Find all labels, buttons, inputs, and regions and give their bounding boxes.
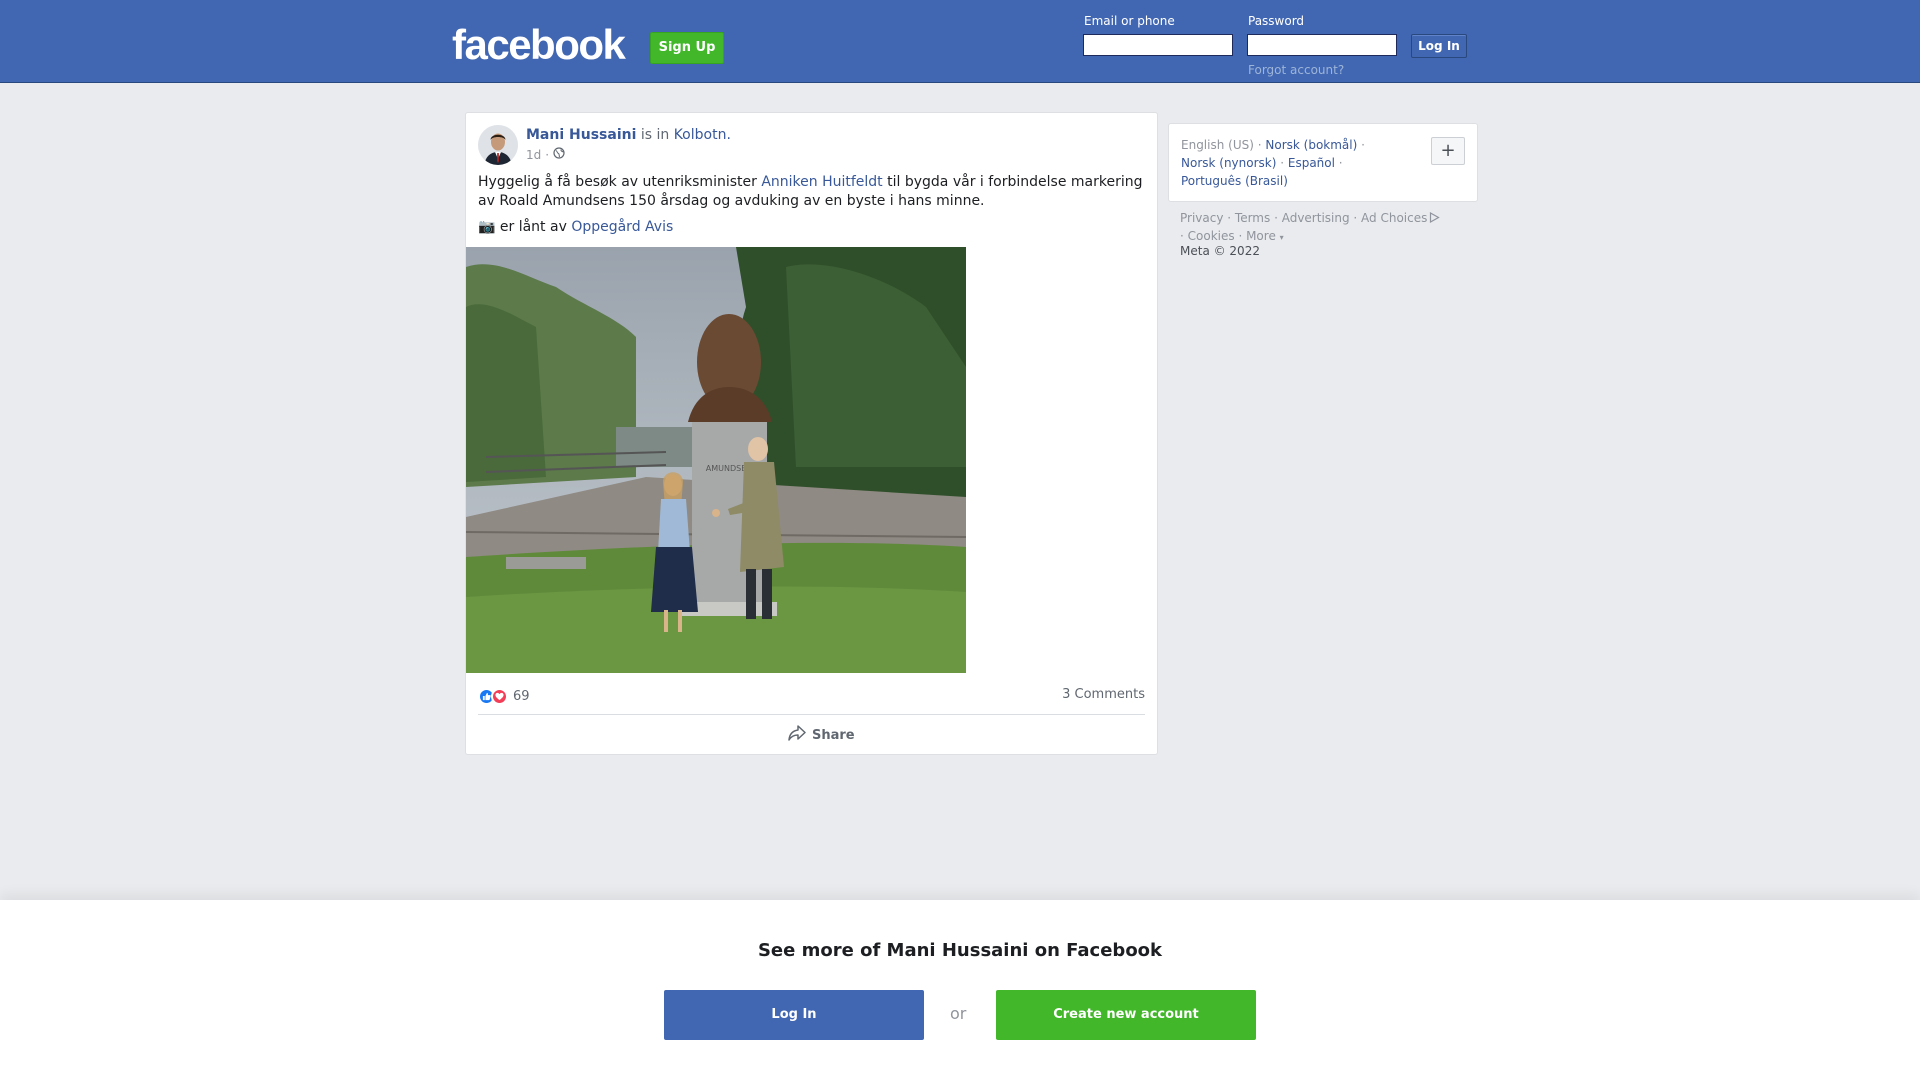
credit-link[interactable]: Oppegård Avis (571, 219, 673, 235)
post-meta: 1d · (526, 147, 565, 162)
language-list: English (US) · Norsk (bokmål) · Norsk (n… (1181, 138, 1365, 188)
post-header: Mani Hussaini is in Kolbotn. (526, 127, 731, 143)
top-bar: facebook Sign Up Email or phone Password… (0, 0, 1920, 83)
create-account-button[interactable]: Create new account (996, 990, 1256, 1040)
privacy-link[interactable]: Privacy (1180, 211, 1223, 225)
globe-icon (553, 147, 565, 162)
language-link[interactable]: Norsk (bokmål) (1265, 138, 1357, 152)
language-link[interactable]: Português (Brasil) (1181, 174, 1288, 188)
forgot-account-link[interactable]: Forgot account? (1248, 63, 1344, 77)
terms-link[interactable]: Terms (1235, 211, 1270, 225)
email-label: Email or phone (1084, 14, 1175, 28)
signup-button[interactable]: Sign Up (650, 32, 724, 64)
banner-login-button[interactable]: Log In (664, 990, 924, 1040)
more-link[interactable]: More ▾ (1246, 229, 1284, 243)
language-link[interactable]: Norsk (nynorsk) (1181, 156, 1276, 170)
add-language-button[interactable]: + (1431, 137, 1465, 165)
more-label: More (1246, 229, 1276, 243)
meta-separator: · (545, 147, 550, 162)
post-card: Mani Hussaini is in Kolbotn. 1d · Hyggel… (465, 112, 1158, 755)
post-photo[interactable]: AMUNDSEN (466, 247, 966, 673)
caret-down-icon: ▾ (1279, 233, 1284, 242)
login-prompt-banner: See more of Mani Hussaini on Facebook Lo… (0, 900, 1920, 1080)
email-field[interactable] (1083, 34, 1233, 56)
cookies-link[interactable]: Cookies (1188, 229, 1235, 243)
facebook-logo[interactable]: facebook (452, 20, 626, 70)
reaction-count: 69 (513, 688, 530, 704)
divider (478, 714, 1145, 715)
ad-choices-link[interactable]: Ad Choices (1361, 211, 1441, 225)
credit-text: er lånt av (499, 219, 567, 235)
language-current: English (US) (1181, 138, 1254, 152)
post-message: Hyggelig å få besøk av utenriksminister … (478, 173, 1148, 211)
camera-icon: 📷 (478, 219, 496, 235)
ad-choices-icon (1427, 211, 1441, 225)
language-selector: English (US) · Norsk (bokmål) · Norsk (n… (1168, 123, 1478, 202)
message-text: Hyggelig å få besøk av utenriksminister (478, 174, 757, 190)
timestamp[interactable]: 1d (526, 148, 541, 162)
is-in-text: is in (640, 127, 670, 143)
language-link[interactable]: Español (1288, 156, 1335, 170)
comments-link[interactable]: 3 Comments (1062, 687, 1145, 702)
password-field[interactable] (1247, 34, 1397, 56)
footer-links: Privacy · Terms · Advertising · Ad Choic… (1180, 209, 1480, 247)
copyright: Meta © 2022 (1180, 244, 1260, 258)
author-name[interactable]: Mani Hussaini (526, 127, 636, 143)
or-separator: or (950, 1004, 967, 1023)
banner-title: See more of Mani Hussaini on Facebook (757, 940, 1163, 961)
ad-choices-label: Ad Choices (1361, 211, 1428, 225)
share-icon (788, 725, 806, 745)
post-body: Hyggelig å få besøk av utenriksminister … (478, 173, 1148, 244)
login-button[interactable]: Log In (1411, 34, 1467, 58)
love-icon (491, 687, 508, 705)
password-label: Password (1248, 14, 1305, 28)
photo-credit: 📷 er lånt av Oppegård Avis (478, 218, 1148, 237)
advertising-link[interactable]: Advertising (1282, 211, 1350, 225)
avatar[interactable] (478, 125, 518, 165)
share-button[interactable]: Share (788, 725, 855, 745)
location-link[interactable]: Kolbotn. (674, 127, 731, 143)
mention-link[interactable]: Anniken Huitfeldt (761, 174, 882, 190)
share-label: Share (812, 727, 855, 743)
reactions[interactable]: 69 (478, 686, 530, 706)
